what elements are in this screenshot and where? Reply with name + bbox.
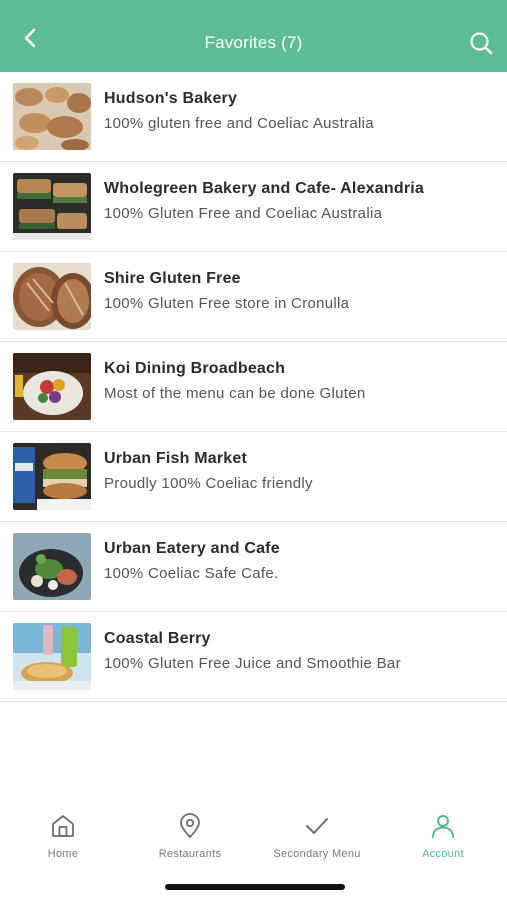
restaurant-description: Most of the menu can be done Gluten	[104, 385, 366, 402]
restaurant-name: Urban Fish Market	[104, 450, 247, 467]
restaurant-description: 100% Gluten Free and Coeliac Australia	[104, 205, 383, 222]
favorites-list: Hudson's Bakery 100% gluten free and Coe…	[0, 72, 507, 702]
tab-label: Restaurants	[158, 848, 222, 860]
restaurant-name: Hudson's Bakery	[104, 90, 238, 107]
list-item[interactable]: Shire Gluten Free 100% Gluten Free store…	[0, 252, 507, 342]
restaurant-description: 100% Gluten Free store in Cronulla	[104, 295, 350, 312]
tab-restaurants[interactable]: Restaurants	[127, 812, 253, 872]
list-item[interactable]: Coastal Berry 100% Gluten Free Juice and…	[0, 612, 507, 702]
list-item[interactable]: Urban Eatery and Cafe 100% Coeliac Safe …	[0, 522, 507, 612]
restaurant-description: 100% Coeliac Safe Cafe.	[104, 565, 279, 582]
restaurant-thumbnail	[13, 173, 91, 240]
restaurant-thumbnail	[13, 353, 91, 420]
restaurant-thumbnail	[13, 623, 91, 690]
user-icon	[429, 812, 457, 840]
restaurant-thumbnail	[13, 443, 91, 510]
restaurant-description: Proudly 100% Coeliac friendly	[104, 475, 313, 492]
restaurant-thumbnail	[13, 533, 91, 600]
restaurant-thumbnail	[13, 83, 91, 150]
list-item[interactable]: Wholegreen Bakery and Cafe- Alexandria 1…	[0, 162, 507, 252]
location-pin-icon	[176, 812, 204, 840]
restaurant-name: Wholegreen Bakery and Cafe- Alexandria	[104, 180, 424, 197]
tab-label: Home	[47, 848, 79, 860]
restaurant-description: 100% gluten free and Coeliac Australia	[104, 115, 374, 132]
restaurant-thumbnail	[13, 263, 91, 330]
restaurant-name: Koi Dining Broadbeach	[104, 360, 286, 377]
checkmark-icon	[303, 812, 331, 840]
list-item[interactable]: Hudson's Bakery 100% gluten free and Coe…	[0, 72, 507, 162]
home-icon	[49, 812, 77, 840]
tab-home[interactable]: Home	[0, 812, 126, 872]
restaurant-name: Urban Eatery and Cafe	[104, 540, 280, 557]
tab-label: Account	[422, 848, 464, 860]
restaurant-name: Shire Gluten Free	[104, 270, 241, 287]
home-indicator[interactable]	[165, 884, 345, 890]
restaurant-description: 100% Gluten Free Juice and Smoothie Bar	[104, 655, 401, 672]
tab-label: Secondary Menu	[273, 848, 361, 860]
list-item[interactable]: Koi Dining Broadbeach Most of the menu c…	[0, 342, 507, 432]
tab-account[interactable]: Account	[380, 812, 506, 872]
tab-secondary-menu[interactable]: Secondary Menu	[254, 812, 380, 872]
app-header: Favorites (7)	[0, 0, 507, 72]
restaurant-name: Coastal Berry	[104, 630, 211, 647]
list-item[interactable]: Urban Fish Market Proudly 100% Coeliac f…	[0, 432, 507, 522]
search-button[interactable]	[467, 29, 495, 57]
search-icon	[470, 32, 493, 55]
